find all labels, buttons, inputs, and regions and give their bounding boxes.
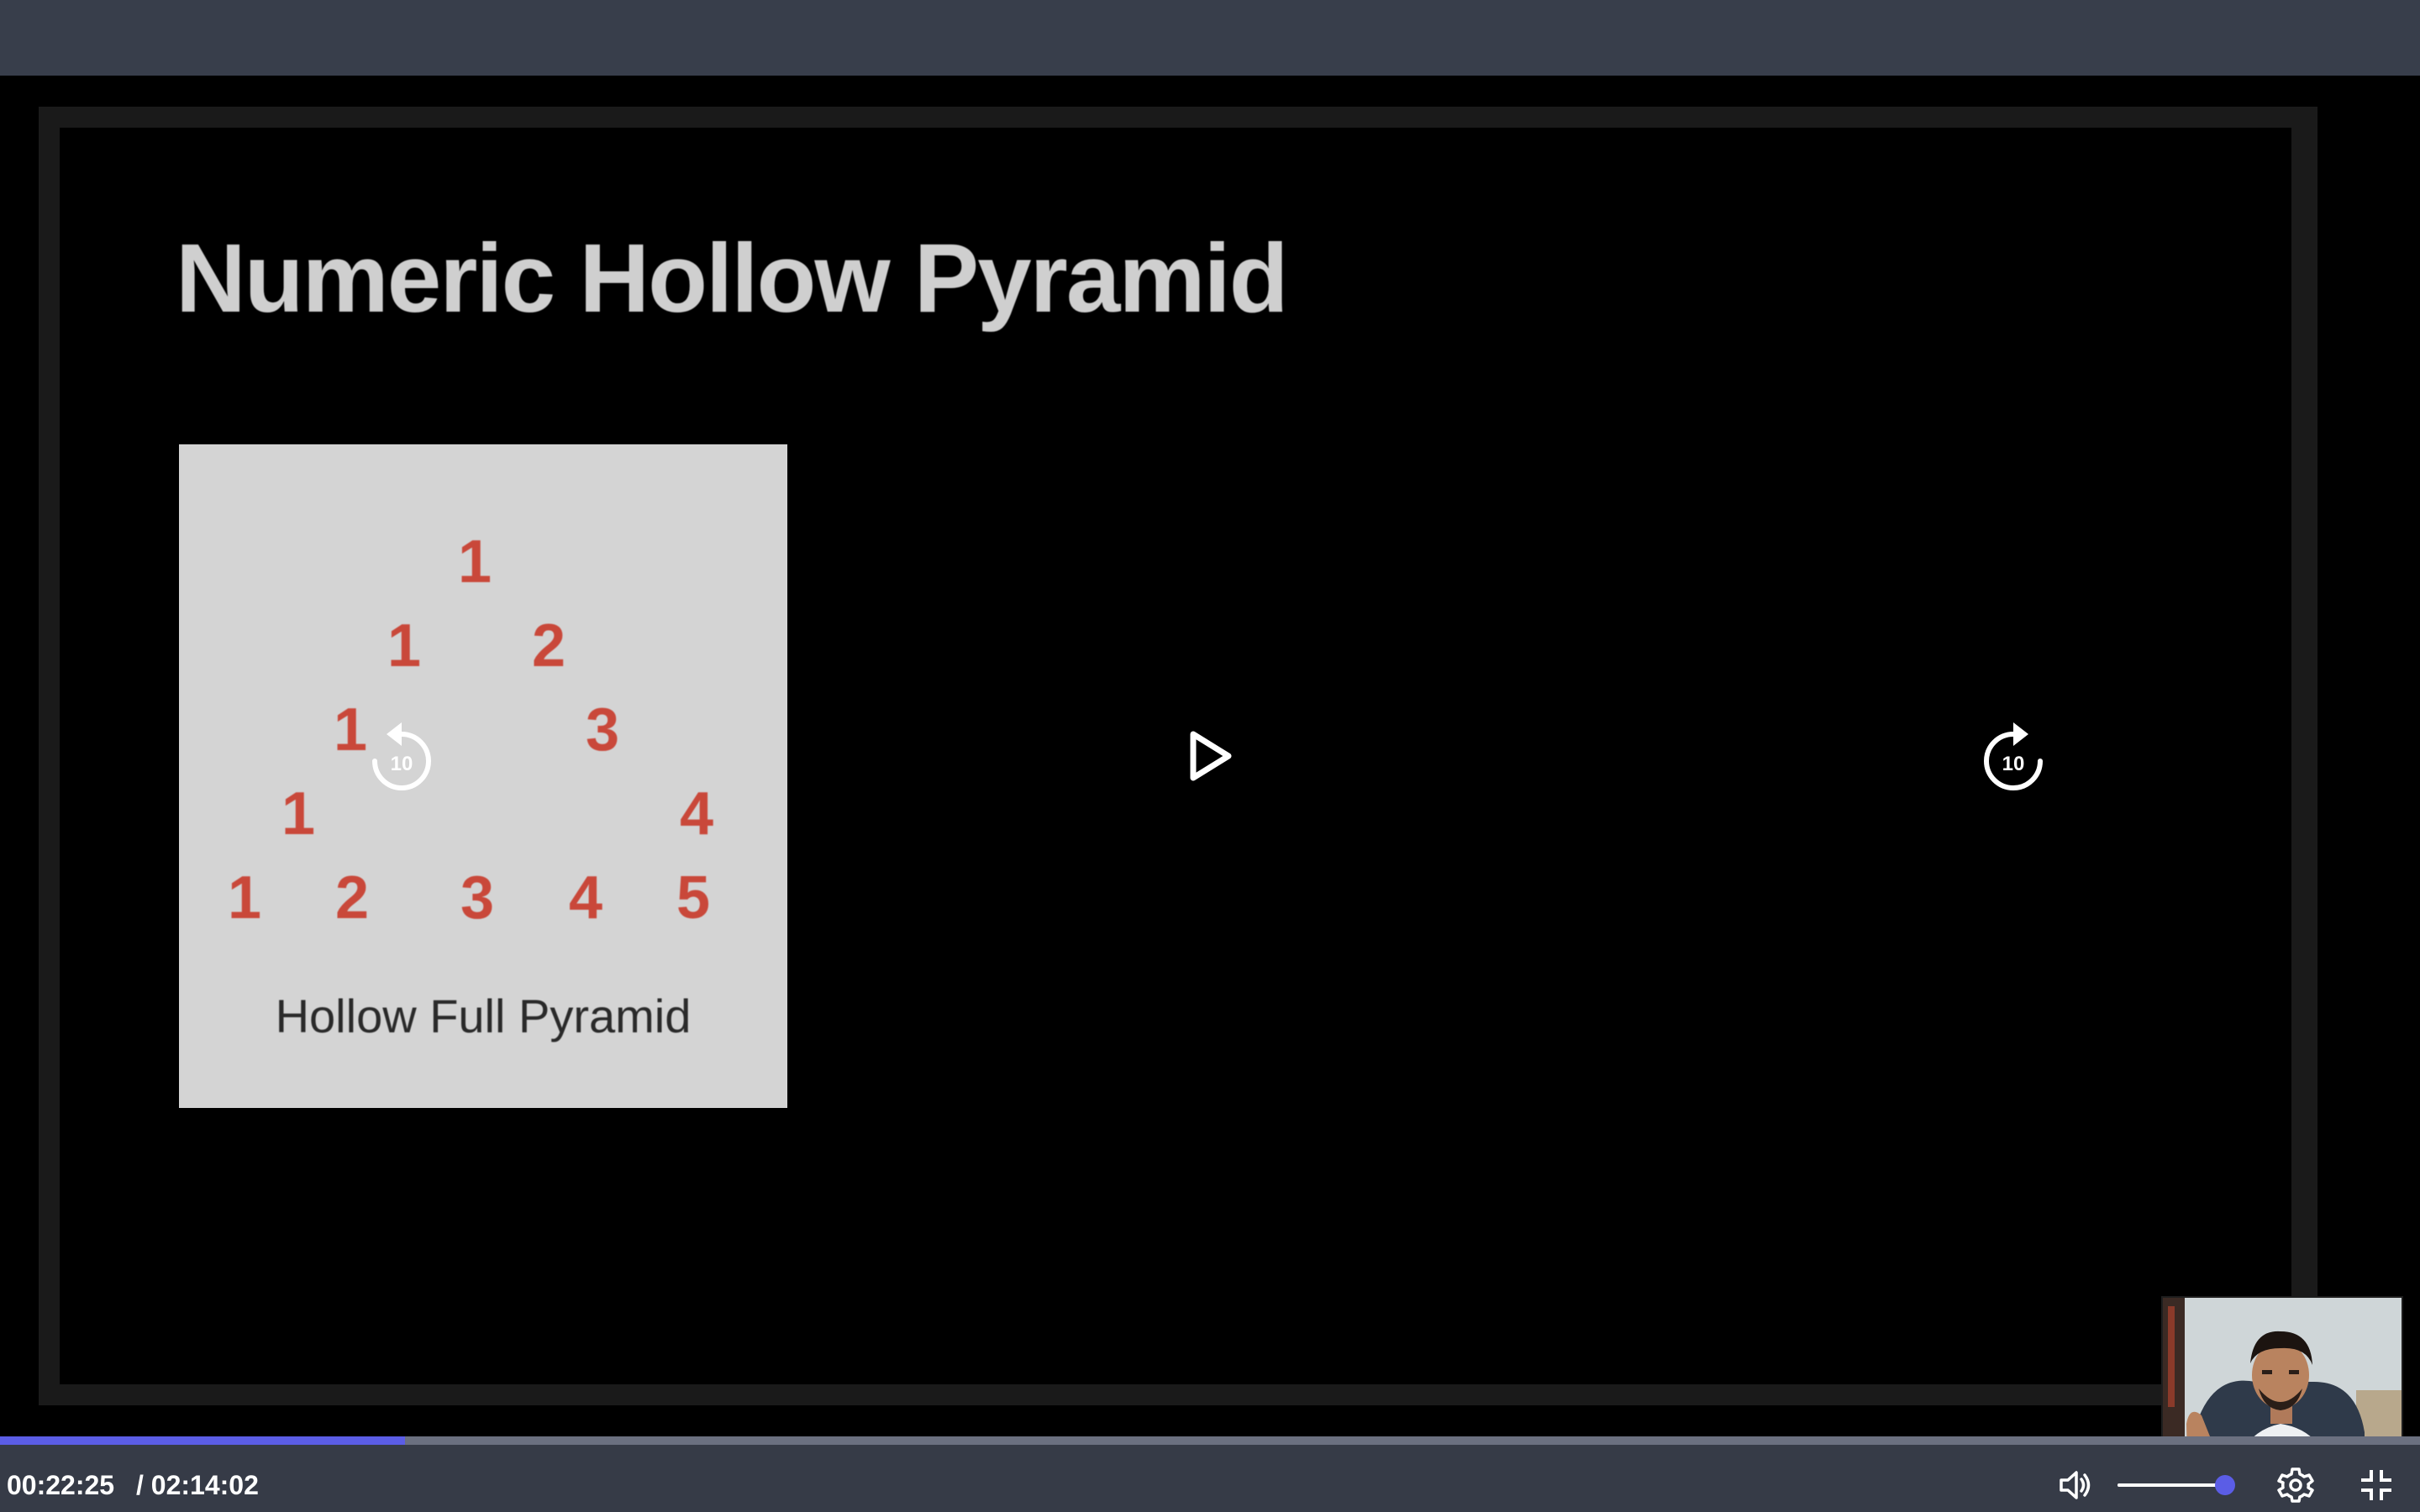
pyramid-digit: 5 <box>676 864 711 932</box>
pyramid-image: 1 1 2 1 3 1 4 1 2 3 4 5 Hollow Full Pyra… <box>179 444 787 1108</box>
progress-fill <box>0 1436 405 1445</box>
current-time: 00:22:25 <box>7 1470 115 1500</box>
play-button[interactable] <box>1168 714 1252 798</box>
rewind-10-button[interactable]: 10 <box>360 714 444 798</box>
forward-seconds-label: 10 <box>2002 753 2025 775</box>
volume-slider[interactable] <box>2118 1475 2236 1495</box>
top-bar <box>0 0 2420 76</box>
volume-icon[interactable] <box>2054 1465 2095 1505</box>
forward-10-icon: 10 <box>1984 722 2043 790</box>
rewind-10-icon: 10 <box>372 722 431 790</box>
pyramid-digit: 4 <box>679 780 714 848</box>
player-controls: 00:22:25 / 02:14:02 <box>0 1436 2420 1512</box>
rewind-seconds-label: 10 <box>391 753 413 775</box>
pyramid-digit: 1 <box>457 528 492 596</box>
gear-icon[interactable] <box>2275 1465 2316 1505</box>
volume-knob[interactable] <box>2215 1475 2236 1495</box>
pyramid-digit: 3 <box>585 696 620 764</box>
video-area[interactable]: Numeric Hollow Pyramid 1 1 2 1 3 1 4 1 2… <box>0 76 2420 1489</box>
progress-bar[interactable] <box>0 1436 2420 1445</box>
pyramid-digit: 2 <box>531 612 566 680</box>
play-icon <box>1190 731 1232 781</box>
pyramid-digit: 3 <box>460 864 495 932</box>
pyramid-caption: Hollow Full Pyramid <box>275 990 692 1042</box>
duration: / 02:14:02 <box>136 1470 259 1500</box>
forward-10-button[interactable]: 10 <box>1971 714 2055 798</box>
volume-fill <box>2118 1483 2226 1487</box>
exit-fullscreen-icon[interactable] <box>2356 1465 2396 1505</box>
slide-title: Numeric Hollow Pyramid <box>176 223 1289 333</box>
pyramid-digit: 4 <box>568 864 603 932</box>
pyramid-digit: 2 <box>334 864 370 932</box>
pyramid-digit: 1 <box>227 864 262 932</box>
pyramid-digit: 1 <box>281 780 316 848</box>
pyramid-digit: 1 <box>387 612 422 680</box>
